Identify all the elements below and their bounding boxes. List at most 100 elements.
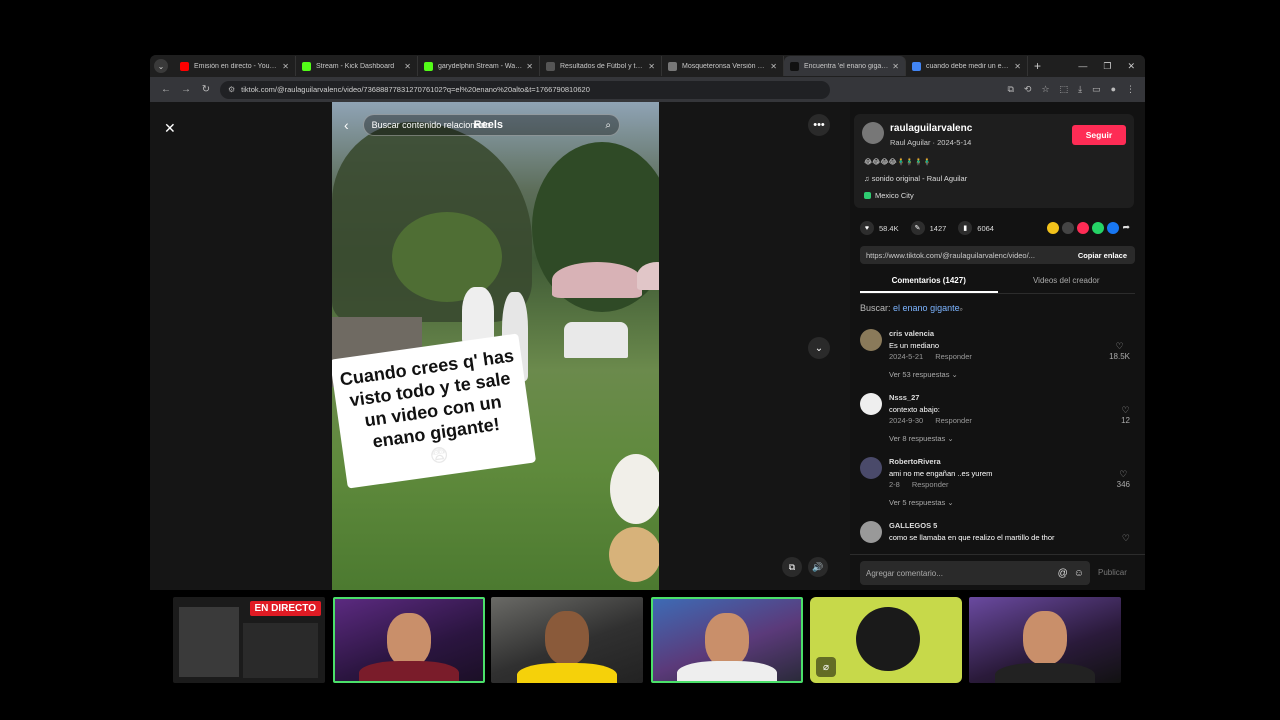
like-stat[interactable]: ♥ 58.4K xyxy=(860,221,899,235)
reload-icon[interactable]: ↻ xyxy=(196,84,216,95)
commenter-name[interactable]: GALLEGOS 5 xyxy=(889,521,937,530)
tab-close-icon[interactable]: ✕ xyxy=(892,62,899,71)
location-name: Mexico City xyxy=(875,191,914,200)
stats-row: ♥ 58.4K ✎ 1427 ▮ 6064 ➦ xyxy=(860,220,1130,236)
link-row: https://www.tiktok.com/@raulaguilarvalen… xyxy=(860,246,1135,264)
view-replies-label: Ver 8 respuestas xyxy=(889,434,946,443)
share-page-icon[interactable]: ⟲ xyxy=(1024,84,1032,95)
tab-title: garydelphin Stream - Watch L xyxy=(438,62,523,70)
save-stat[interactable]: ▮ 6064 xyxy=(958,221,994,235)
reading-icon[interactable]: ▭ xyxy=(1092,84,1101,95)
tab-close-icon[interactable]: ✕ xyxy=(526,62,533,71)
commenter-avatar[interactable] xyxy=(860,457,882,479)
commenter-name[interactable]: cris valencia xyxy=(889,329,934,338)
commenter-name[interactable]: RobertoRivera xyxy=(889,457,941,466)
translate-icon[interactable]: ⧉ xyxy=(1007,84,1013,95)
browser-tab[interactable]: Resultados de Fútbol y tabla ✕ xyxy=(540,56,662,76)
webcam-tile xyxy=(491,597,643,683)
facebook-icon[interactable] xyxy=(1107,222,1120,234)
sound-row[interactable]: ♫ sonido original - Raul Aguilar xyxy=(864,174,967,183)
scene-umbrella xyxy=(552,262,642,298)
view-replies-button[interactable]: Ver 5 respuestas ⌄ xyxy=(889,498,954,507)
tab-close-icon[interactable]: ✕ xyxy=(770,62,777,71)
comment-like[interactable]: ♡ 346 xyxy=(1117,469,1130,489)
comment-like[interactable]: ♡ 12 xyxy=(1121,405,1130,425)
more-options-button[interactable]: ••• xyxy=(808,114,830,136)
commenter-name[interactable]: Nsss_27 xyxy=(889,393,919,402)
volume-button[interactable]: 🔊 xyxy=(808,557,828,577)
browser-tab[interactable]: Mosqueteronsa Versión Round✕ xyxy=(662,56,784,76)
close-window-icon[interactable]: ✕ xyxy=(1127,61,1135,72)
tab-close-icon[interactable]: ✕ xyxy=(282,62,289,71)
commenter-avatar[interactable] xyxy=(860,329,882,351)
browser-tab[interactable]: Stream - Kick Dashboard ✕ xyxy=(296,56,418,76)
tab-comments[interactable]: Comentarios (1427) xyxy=(860,272,998,293)
streamer-face xyxy=(705,613,749,667)
whatsapp-icon[interactable] xyxy=(1092,222,1105,234)
profile-icon[interactable]: ● xyxy=(1111,84,1116,95)
browser-tab[interactable]: cuando debe medir un enano ✕ xyxy=(906,56,1028,76)
coin-icon[interactable] xyxy=(1047,222,1060,234)
close-video-icon[interactable]: ✕ xyxy=(164,120,176,137)
site-info-icon[interactable]: ⚙ xyxy=(228,85,235,94)
new-tab-icon[interactable]: + xyxy=(1034,59,1041,73)
extensions-icon[interactable]: ⬚ xyxy=(1060,84,1069,95)
share-arrow-icon[interactable]: ➦ xyxy=(1122,222,1130,234)
back-icon[interactable]: ← xyxy=(156,84,176,95)
bookmark-star-icon[interactable]: ☆ xyxy=(1041,84,1049,95)
view-replies-button[interactable]: Ver 8 respuestas ⌄ xyxy=(889,434,954,443)
view-replies-button[interactable]: Ver 53 respuestas ⌄ xyxy=(889,370,958,379)
emoji-icon[interactable]: ☺ xyxy=(1074,568,1084,579)
mention-icon[interactable]: @ xyxy=(1058,568,1068,579)
comment-icon: ✎ xyxy=(910,221,925,235)
browser-tab[interactable]: garydelphin Stream - Watch L ✕ xyxy=(418,56,540,76)
embed-icon[interactable] xyxy=(1062,222,1075,234)
tab-favicon-icon xyxy=(546,61,555,71)
address-bar: ← → ↻ ⚙ tiktok.com/@raulaguilarvalenc/vi… xyxy=(150,77,1145,102)
forward-icon[interactable]: → xyxy=(176,84,196,95)
miniplayer-button[interactable]: ⧉ xyxy=(782,557,802,577)
related-search-input[interactable]: Buscar contenido relacionado Reels ⌕ xyxy=(362,114,620,136)
comment-like[interactable]: ♡ xyxy=(1122,533,1130,544)
minimize-icon[interactable]: — xyxy=(1078,61,1087,72)
comment-date: 2024-9-30 xyxy=(889,416,924,425)
browser-tab[interactable]: Emisión en directo - YouTube ✕ xyxy=(174,56,296,76)
tab-creator-videos[interactable]: Videos del creador xyxy=(998,272,1136,293)
location-row[interactable]: Mexico City xyxy=(864,191,914,200)
copy-link-button[interactable]: Copiar enlace xyxy=(1070,251,1135,260)
download-icon[interactable]: ⤓ xyxy=(1078,84,1082,95)
tab-search-icon[interactable]: ⌄ xyxy=(154,59,168,73)
comment-stat[interactable]: ✎ 1427 xyxy=(910,221,946,235)
video-area: ✕ Cuando crees q' has visto todo y te sa… xyxy=(150,102,850,590)
browser-tab[interactable]: Encuentra 'el enano gigante' ✕ xyxy=(784,56,906,76)
tab-close-icon[interactable]: ✕ xyxy=(648,62,655,71)
comment-like[interactable]: ♡ 18.5K xyxy=(1109,341,1130,361)
video-player[interactable]: Cuando crees q' has visto todo y te sale… xyxy=(332,102,659,590)
next-video-button[interactable]: ⌄ xyxy=(808,337,830,359)
reply-button[interactable]: Responder xyxy=(912,480,949,489)
heart-outline-icon: ♡ xyxy=(1119,469,1128,479)
send-icon[interactable] xyxy=(1077,222,1090,234)
follow-button[interactable]: Seguir xyxy=(1072,125,1126,145)
post-button[interactable]: Publicar xyxy=(1098,568,1127,577)
reply-button[interactable]: Responder xyxy=(935,352,972,361)
tab-close-icon[interactable]: ✕ xyxy=(404,62,411,71)
menu-icon[interactable]: ⋮ xyxy=(1126,84,1135,95)
comment-text: Es un mediano xyxy=(889,341,940,350)
url-field[interactable]: ⚙ tiktok.com/@raulaguilarvalenc/video/73… xyxy=(220,80,830,99)
back-chevron-icon[interactable]: ‹ xyxy=(344,117,349,133)
comment-date: 2-8 xyxy=(889,480,900,489)
restore-icon[interactable]: ❐ xyxy=(1103,61,1111,72)
comment-input[interactable]: Agregar comentario... @ ☺ xyxy=(860,561,1090,585)
streamer-shirt xyxy=(677,661,777,681)
tab-close-icon[interactable]: ✕ xyxy=(1014,62,1021,71)
location-icon xyxy=(864,192,871,199)
reply-button[interactable]: Responder xyxy=(935,416,972,425)
commenter-avatar[interactable] xyxy=(860,393,882,415)
author-username[interactable]: raulaguilarvalenc xyxy=(890,123,972,134)
search-icon[interactable]: ⌕ xyxy=(605,120,611,131)
author-avatar[interactable] xyxy=(862,122,884,144)
commenter-avatar[interactable] xyxy=(860,521,882,543)
screen-preview xyxy=(179,607,239,677)
comment-search-suggestion[interactable]: Buscar: el enano gigante⌕ xyxy=(860,303,963,314)
